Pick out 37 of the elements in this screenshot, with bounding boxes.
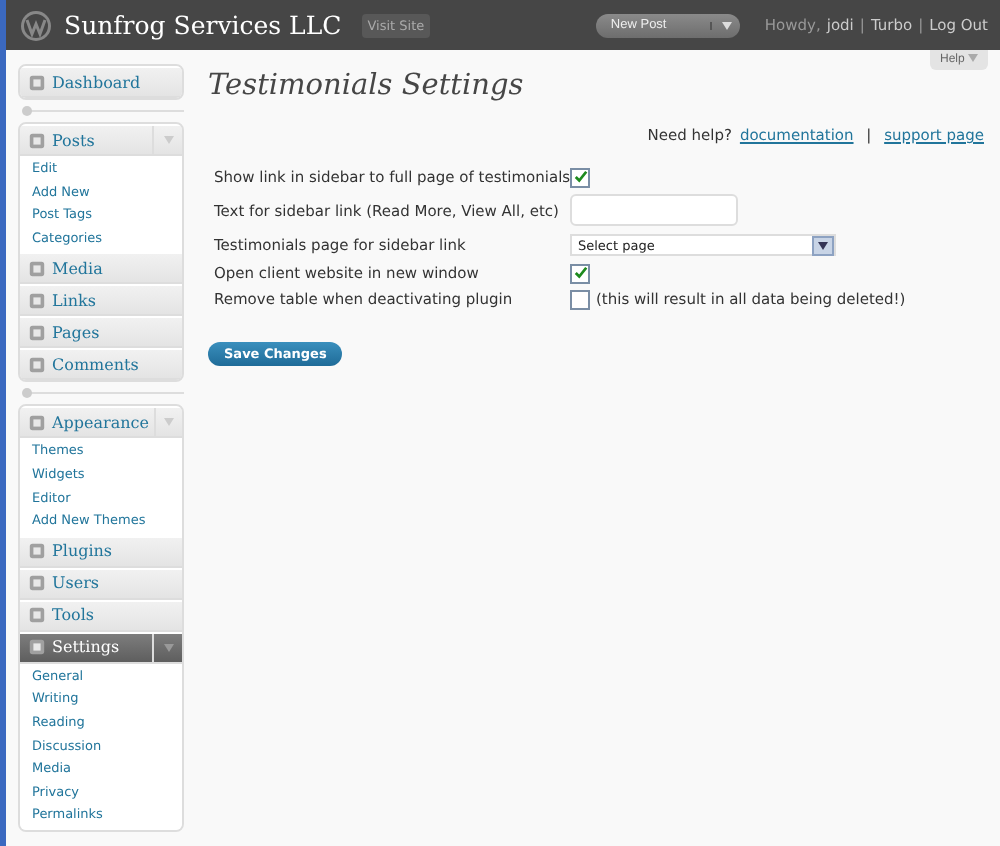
menu-label: Users bbox=[52, 574, 102, 593]
menu-label: Links bbox=[52, 291, 98, 310]
menu-icon bbox=[28, 73, 46, 91]
menu-label: Dashboard bbox=[52, 73, 143, 91]
caret-icon[interactable] bbox=[163, 643, 173, 652]
menu-icon bbox=[28, 131, 46, 149]
menu-item[interactable]: Tools bbox=[20, 599, 182, 632]
checkbox[interactable] bbox=[570, 289, 590, 309]
caret-icon[interactable] bbox=[164, 418, 175, 427]
caret-icon bbox=[968, 54, 978, 62]
menu-label: Comments bbox=[52, 355, 141, 374]
menu-item[interactable]: Links bbox=[20, 284, 182, 317]
menu-item[interactable]: Settings bbox=[20, 631, 182, 664]
site-title: Sunfrog Services LLC bbox=[64, 10, 342, 40]
logo-icon bbox=[20, 9, 52, 41]
page-title: Testimonials Settings bbox=[208, 70, 526, 102]
menu-item[interactable]: Appearance bbox=[20, 406, 182, 439]
menu-label: Posts bbox=[52, 131, 97, 149]
menu-label: Plugins bbox=[52, 542, 115, 561]
menu-label: Tools bbox=[52, 606, 97, 625]
menu-label: Settings bbox=[52, 638, 122, 657]
caret-icon bbox=[818, 241, 828, 249]
menu-label: Appearance bbox=[52, 413, 149, 432]
menu-item[interactable]: Dashboard bbox=[20, 66, 182, 98]
menu-label: Media bbox=[52, 259, 105, 278]
checkbox[interactable] bbox=[570, 263, 590, 283]
input-field[interactable] bbox=[570, 194, 738, 226]
menu-icon bbox=[28, 413, 46, 432]
menu-item[interactable]: Media bbox=[20, 252, 182, 285]
menu-item[interactable]: Users bbox=[20, 567, 182, 600]
caret-icon bbox=[721, 21, 732, 29]
menu-label: Pages bbox=[52, 323, 102, 342]
menu-item[interactable]: Posts bbox=[20, 124, 182, 156]
menu-item[interactable]: Plugins bbox=[20, 535, 182, 568]
menu-item[interactable]: Comments bbox=[20, 348, 182, 381]
checkbox[interactable] bbox=[570, 167, 590, 187]
menu-item[interactable]: Pages bbox=[20, 316, 182, 349]
